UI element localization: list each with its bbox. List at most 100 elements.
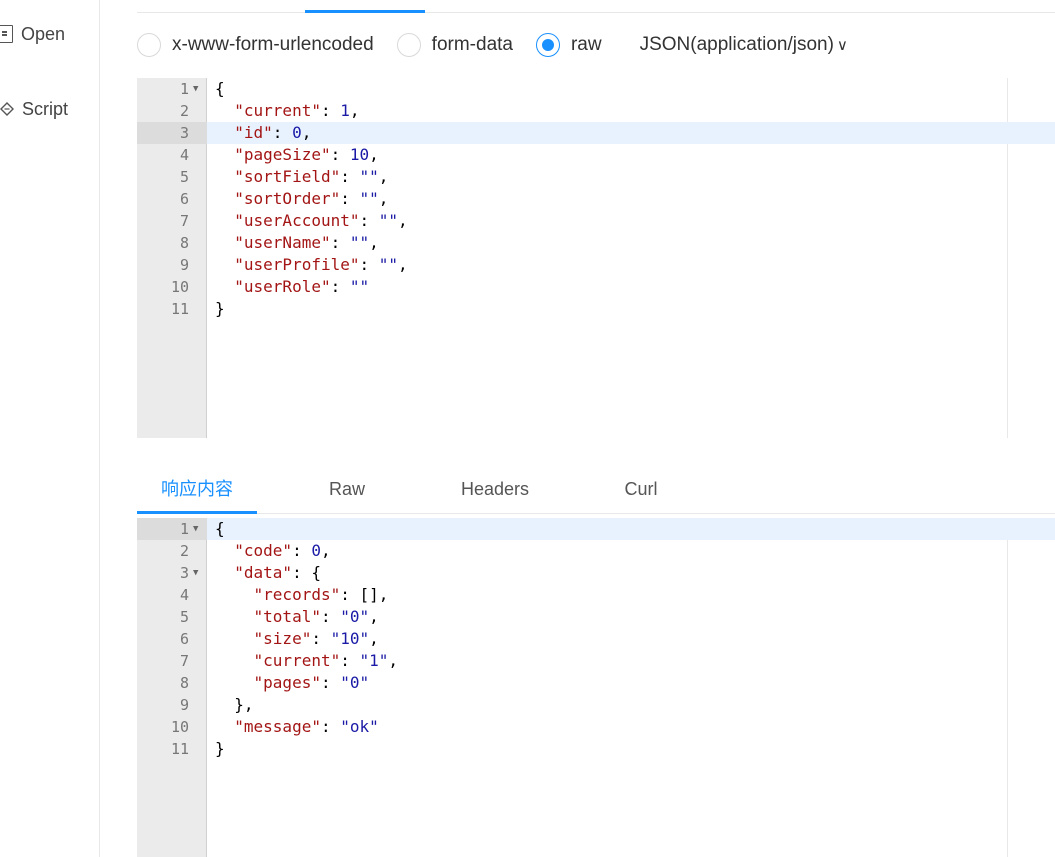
code-line[interactable]: 4 "records": [], (137, 584, 1055, 606)
radio-circle[interactable] (396, 33, 421, 57)
tab-curl[interactable]: Curl (591, 474, 691, 504)
code-text: "sortOrder": "", (234, 189, 389, 208)
line-number: 11 (170, 740, 189, 758)
code-line[interactable]: 5 "sortField": "", (137, 166, 1055, 188)
code-line[interactable]: 8 "pages": "0" (137, 672, 1055, 694)
sidebar: Open Script (0, 0, 100, 857)
fold-arrow-icon[interactable]: ▼ (193, 518, 198, 540)
radio-label: x-www-form-urlencoded (172, 34, 374, 55)
code-line[interactable]: 7 "userAccount": "", (137, 210, 1055, 232)
code-line[interactable]: 6 "size": "10", (137, 628, 1055, 650)
request-body-editor[interactable]: 1 ▼{2 "current": 1, 3 "id": 0, 4 "pageSize"… (137, 78, 1055, 438)
tab-label: Curl (624, 479, 658, 499)
code-text: "current": "1", (253, 651, 399, 670)
radio-urlencoded[interactable]: x-www-form-urlencoded (137, 33, 374, 57)
line-number: 3 (179, 564, 189, 582)
line-number: 2 (179, 102, 189, 120)
code-line[interactable]: 3 ▼ "data": { (137, 562, 1055, 584)
response-body-editor[interactable]: 1 ▼{2 "code": 0, 3 ▼ "data": {4 "records": … (137, 518, 1055, 857)
line-number: 6 (179, 190, 189, 208)
code-line[interactable]: 5 "total": "0", (137, 606, 1055, 628)
sidebar-item-label: Script (22, 98, 69, 119)
code-text: "userName": "", (234, 233, 379, 252)
radio-circle[interactable] (137, 33, 161, 57)
line-number: 1 (179, 520, 189, 538)
request-tabs-divider (137, 12, 1055, 13)
code-line[interactable]: 6 "sortOrder": "", (137, 188, 1055, 210)
code-text: "pages": "0" (253, 673, 370, 692)
sidebar-item-open[interactable]: Open (0, 19, 65, 49)
code-text: "size": "10", (253, 629, 379, 648)
radio-form-data[interactable]: form-data (396, 33, 513, 57)
fold-arrow-icon[interactable]: ▼ (193, 562, 198, 584)
code-text: "userRole": "" (234, 277, 370, 296)
code-text: "userProfile": "", (234, 255, 408, 274)
tab-headers[interactable]: Headers (445, 474, 545, 504)
response-tab-indicator (137, 511, 257, 514)
tab-label: Headers (460, 479, 530, 499)
code-line[interactable]: 9 }, (137, 694, 1055, 716)
code-line[interactable]: 11} (137, 298, 1055, 320)
code-text: { (215, 519, 225, 538)
radio-label: raw (570, 34, 602, 55)
code-text: "sortField": "", (234, 167, 389, 186)
tab-raw[interactable]: Raw (297, 474, 397, 504)
line-number: 10 (170, 278, 189, 296)
code-line[interactable]: 4 "pageSize": 10, (137, 144, 1055, 166)
line-number: 9 (179, 256, 189, 274)
code-text: } (215, 739, 225, 758)
radio-circle[interactable] (535, 33, 560, 57)
line-number: 6 (179, 630, 189, 648)
code-line[interactable]: 8 "userName": "", (137, 232, 1055, 254)
code-text: "total": "0", (253, 607, 379, 626)
line-number: 7 (179, 212, 189, 230)
body-type-selector: x-www-form-urlencoded form-data raw JSON… (137, 30, 848, 60)
line-number: 5 (179, 168, 189, 186)
code-text: "userAccount": "", (234, 211, 408, 230)
code-text: "message": "ok" (234, 717, 379, 736)
line-number: 3 (179, 124, 189, 142)
code-line[interactable]: 10 "userRole": "" (137, 276, 1055, 298)
line-number: 4 (179, 586, 189, 604)
document-icon (0, 25, 13, 43)
line-number: 8 (179, 674, 189, 692)
code-line[interactable]: 11} (137, 738, 1055, 760)
line-number: 9 (179, 696, 189, 714)
response-tabs: 响应内容 Raw Headers Curl (137, 466, 1055, 514)
code-line[interactable]: 10 "message": "ok" (137, 716, 1055, 738)
code-text: "pageSize": 10, (234, 145, 379, 164)
code-line[interactable]: 2 "current": 1, (137, 100, 1055, 122)
line-number: 2 (179, 542, 189, 560)
code-text: "current": 1, (234, 101, 360, 120)
code-line[interactable]: 7 "current": "1", (137, 650, 1055, 672)
code-text: } (215, 299, 225, 318)
sidebar-item-label: Open (21, 23, 66, 44)
code-text: "data": { (234, 563, 321, 582)
content-type-value: JSON(application/json) (639, 34, 834, 55)
tab-response-content[interactable]: 响应内容 (137, 474, 257, 504)
tab-label: 响应内容 (161, 479, 233, 499)
line-number: 1 (179, 80, 189, 98)
code-text: "code": 0, (234, 541, 331, 560)
code-line[interactable]: 1 ▼ { (137, 78, 1055, 100)
code-line[interactable]: 1 ▼ { (137, 518, 1055, 540)
code-text: "records": [], (253, 585, 389, 604)
code-line[interactable]: 3 "id": 0, (137, 122, 1055, 144)
fold-arrow-icon[interactable]: ▼ (193, 78, 198, 100)
content-type-select[interactable]: JSON(application/json) ∨ (640, 34, 848, 56)
code-line[interactable]: 9 "userProfile": "", (137, 254, 1055, 276)
line-number: 5 (179, 608, 189, 626)
code-icon (0, 100, 14, 118)
code-text: }, (215, 695, 254, 714)
line-number: 10 (170, 718, 189, 736)
line-number: 11 (170, 300, 189, 318)
code-text: { (215, 79, 225, 98)
sidebar-item-script[interactable]: Script (0, 94, 68, 124)
tab-label: Raw (328, 479, 365, 499)
code-line[interactable]: 2 "code": 0, (137, 540, 1055, 562)
radio-raw[interactable]: raw (535, 33, 602, 57)
line-number: 7 (179, 652, 189, 670)
chevron-down-icon: ∨ (836, 37, 848, 54)
line-number: 4 (179, 146, 189, 164)
radio-label: form-data (431, 34, 513, 55)
